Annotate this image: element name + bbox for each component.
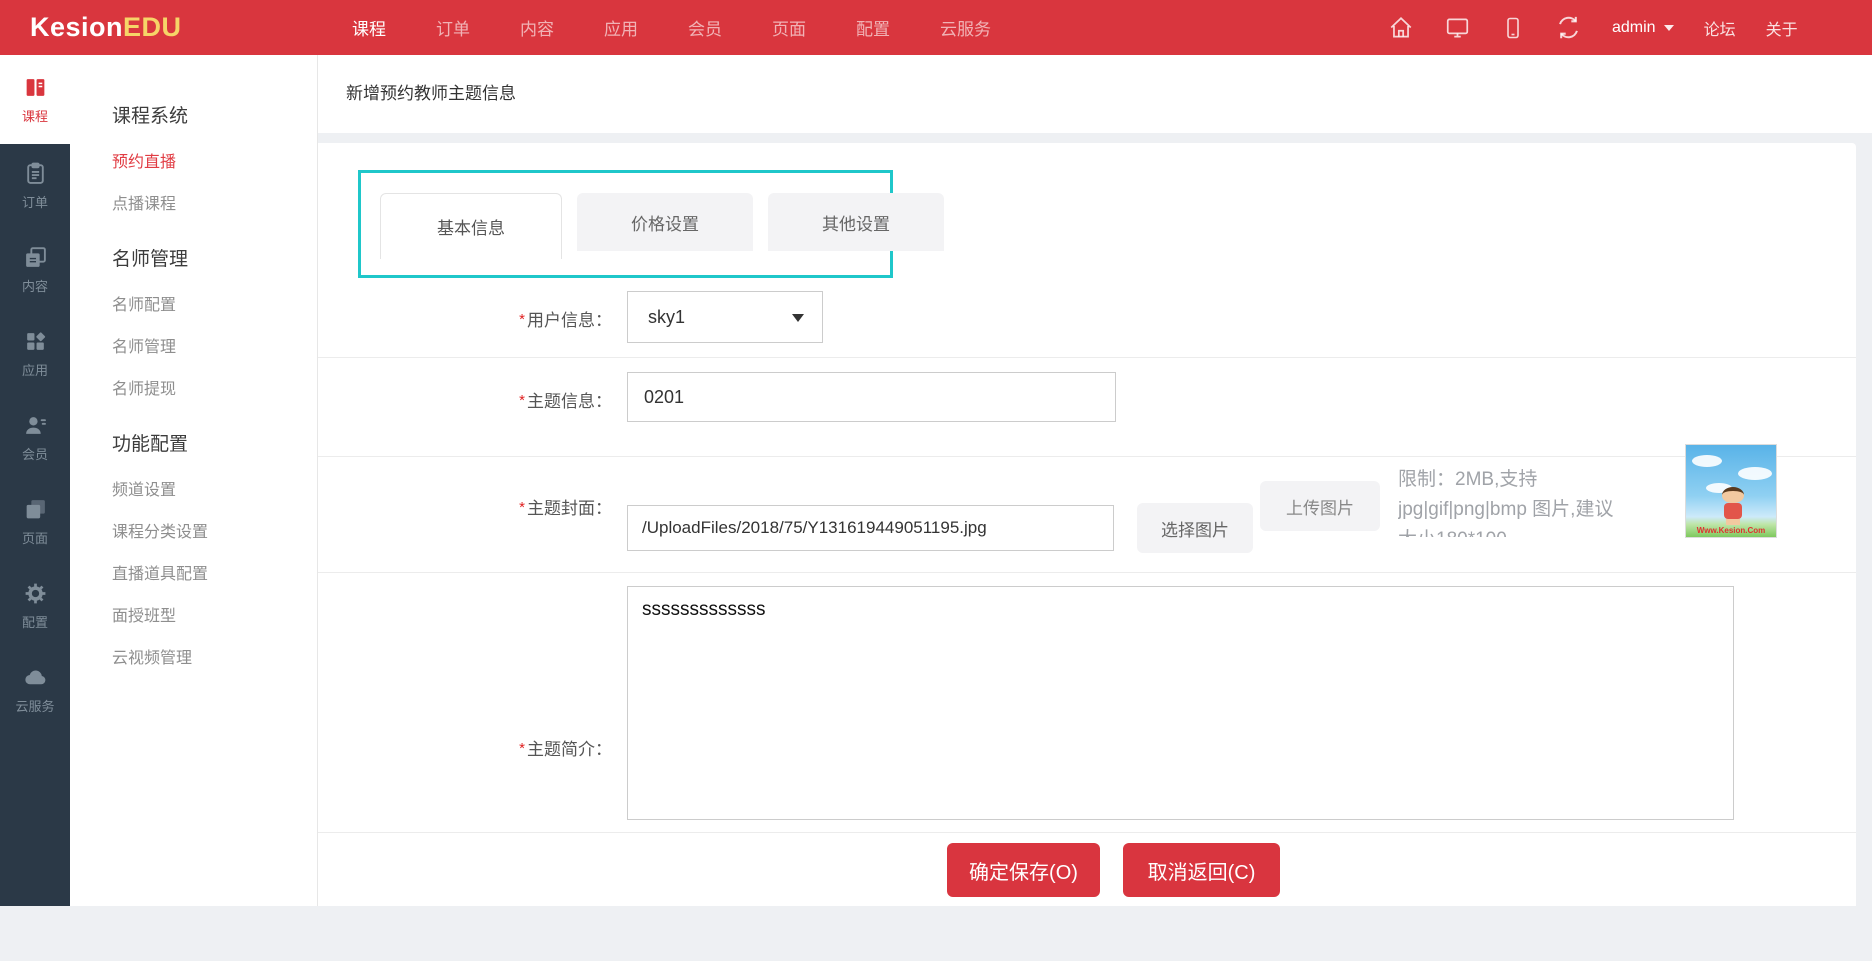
sidebar-item-4[interactable]: 应用 xyxy=(0,312,70,396)
submenu-item[interactable]: 点播课程 xyxy=(112,190,317,214)
sidebar-item-8[interactable]: 云服务 xyxy=(0,648,70,732)
gear-icon xyxy=(23,581,48,606)
sidebar-item-label: 课程 xyxy=(22,106,48,125)
page-title: 新增预约教师主题信息 xyxy=(346,55,516,133)
sidebar-item-label: 内容 xyxy=(22,276,48,295)
sidebar-item-label: 应用 xyxy=(22,360,48,379)
top-nav-item-5[interactable]: 会员 xyxy=(688,15,722,40)
documents-icon xyxy=(23,245,48,270)
top-nav-item-2[interactable]: 订单 xyxy=(436,15,470,40)
row-divider xyxy=(318,456,1856,457)
sidebar-item-label: 订单 xyxy=(22,192,48,211)
submenu-section-3: 功能配置频道设置课程分类设置直播道具配置面授班型云视频管理 xyxy=(112,429,317,668)
clipboard-icon xyxy=(23,161,48,186)
submenu-item[interactable]: 预约直播 xyxy=(112,148,317,172)
forum-link[interactable]: 论坛 xyxy=(1704,16,1736,40)
submenu-item[interactable]: 课程分类设置 xyxy=(112,518,317,542)
save-button[interactable]: 确定保存(O) xyxy=(947,843,1100,897)
sidebar-item-label: 云服务 xyxy=(15,696,54,715)
pages-icon xyxy=(23,497,48,522)
required-mark: * xyxy=(519,311,525,328)
navbar-right-cluster: admin 论坛 关于 xyxy=(1388,0,1798,55)
submenu-item[interactable]: 面授班型 xyxy=(112,602,317,626)
top-nav-item-4[interactable]: 应用 xyxy=(604,15,638,40)
home-icon[interactable] xyxy=(1388,15,1414,41)
topic-cover-path-input[interactable]: /UploadFiles/2018/75/Y131619449051195.jp… xyxy=(627,505,1114,551)
cloud-shape xyxy=(1738,467,1772,480)
app-logo: KesionEDU xyxy=(30,0,182,55)
sidebar-item-5[interactable]: 会员 xyxy=(0,396,70,480)
top-nav-item-8[interactable]: 云服务 xyxy=(940,15,991,40)
thumbnail-watermark: Www.Kesion.Com xyxy=(1686,526,1776,535)
sidebar-item-label: 会员 xyxy=(22,444,48,463)
user-info-select[interactable]: sky1 xyxy=(627,291,823,343)
submenu-section-title: 名师管理 xyxy=(112,244,317,271)
topic-cover-label: *主题封面： xyxy=(318,494,612,519)
member-icon xyxy=(23,413,48,438)
tab-other-settings[interactable]: 其他设置 xyxy=(768,193,944,251)
cover-thumbnail-image: Www.Kesion.Com xyxy=(1685,444,1777,538)
submenu-item[interactable]: 名师提现 xyxy=(112,375,317,399)
chevron-down-icon xyxy=(1664,25,1674,31)
user-info-selected-value: sky1 xyxy=(648,307,685,327)
top-nav-item-3[interactable]: 内容 xyxy=(520,15,554,40)
cover-upload-hint: 限制：2MB,支持 jpg|gif|png|bmp 图片,建议 大小180*10… xyxy=(1398,465,1683,537)
submenu-section-title: 功能配置 xyxy=(112,429,317,456)
sidebar-item-7[interactable]: 配置 xyxy=(0,564,70,648)
topic-intro-label: *主题简介： xyxy=(318,735,612,760)
sidebar-item-2[interactable]: 订单 xyxy=(0,144,70,228)
form-panel: 基本信息 价格设置 其他设置 *用户信息： sky1 *主题信息： 0201 *… xyxy=(318,143,1856,906)
user-info-label: *用户信息： xyxy=(318,306,612,331)
row-divider xyxy=(318,832,1856,833)
tab-basic-info[interactable]: 基本信息 xyxy=(380,193,562,259)
submenu-section-title: 课程系统 xyxy=(112,101,317,128)
book-icon xyxy=(23,75,48,100)
secondary-sidebar: 课程系统预约直播点播课程名师管理名师配置名师管理名师提现功能配置频道设置课程分类… xyxy=(70,55,318,906)
row-divider xyxy=(318,572,1856,573)
cancel-button[interactable]: 取消返回(C) xyxy=(1123,843,1280,897)
upload-image-button[interactable]: 上传图片 xyxy=(1260,481,1380,531)
top-nav-item-1[interactable]: 课程 xyxy=(352,15,386,40)
apps-grid-icon xyxy=(23,329,48,354)
cloud-icon xyxy=(23,665,48,690)
submenu-section-2: 名师管理名师配置名师管理名师提现 xyxy=(112,244,317,399)
sidebar-item-1[interactable]: 课程 xyxy=(0,55,70,144)
admin-username: admin xyxy=(1612,19,1656,37)
logo-accent: EDU xyxy=(123,12,182,42)
about-link[interactable]: 关于 xyxy=(1766,16,1798,40)
sidebar-item-label: 页面 xyxy=(22,528,48,547)
cloud-shape xyxy=(1692,455,1722,467)
tab-price-settings[interactable]: 价格设置 xyxy=(577,193,753,251)
logo-primary: Kesion xyxy=(30,12,123,42)
mobile-preview-icon[interactable] xyxy=(1501,15,1525,41)
primary-sidebar: 课程订单内容应用会员页面配置云服务 xyxy=(0,55,70,906)
page-header: 新增预约教师主题信息 xyxy=(318,55,1872,133)
row-divider xyxy=(318,357,1856,358)
refresh-icon[interactable] xyxy=(1555,14,1582,41)
top-navbar: KesionEDU 课程 订单 内容 应用 会员 页面 配置 云服务 admin 论坛 关于 xyxy=(0,0,1872,55)
main-content: 新增预约教师主题信息 基本信息 价格设置 其他设置 *用户信息： sky1 *主… xyxy=(318,55,1872,906)
cartoon-character xyxy=(1722,487,1744,503)
submenu-item[interactable]: 直播道具配置 xyxy=(112,560,317,584)
sidebar-item-label: 配置 xyxy=(22,612,48,631)
sidebar-item-6[interactable]: 页面 xyxy=(0,480,70,564)
desktop-preview-icon[interactable] xyxy=(1444,15,1471,41)
submenu-item[interactable]: 频道设置 xyxy=(112,476,317,500)
topic-info-label: *主题信息： xyxy=(318,387,612,412)
select-caret-icon xyxy=(792,314,804,322)
top-nav-item-6[interactable]: 页面 xyxy=(772,15,806,40)
submenu-section-1: 课程系统预约直播点播课程 xyxy=(112,101,317,214)
admin-menu[interactable]: admin xyxy=(1612,19,1674,37)
top-nav-item-7[interactable]: 配置 xyxy=(856,15,890,40)
topic-intro-textarea[interactable]: sssssssssssss xyxy=(627,586,1734,820)
top-nav-menu: 课程 订单 内容 应用 会员 页面 配置 云服务 xyxy=(352,0,991,55)
submenu-item[interactable]: 名师配置 xyxy=(112,291,317,315)
topic-info-input[interactable]: 0201 xyxy=(627,372,1116,422)
submenu-item[interactable]: 名师管理 xyxy=(112,333,317,357)
sidebar-item-3[interactable]: 内容 xyxy=(0,228,70,312)
choose-image-button[interactable]: 选择图片 xyxy=(1137,503,1253,553)
submenu-item[interactable]: 云视频管理 xyxy=(112,644,317,668)
